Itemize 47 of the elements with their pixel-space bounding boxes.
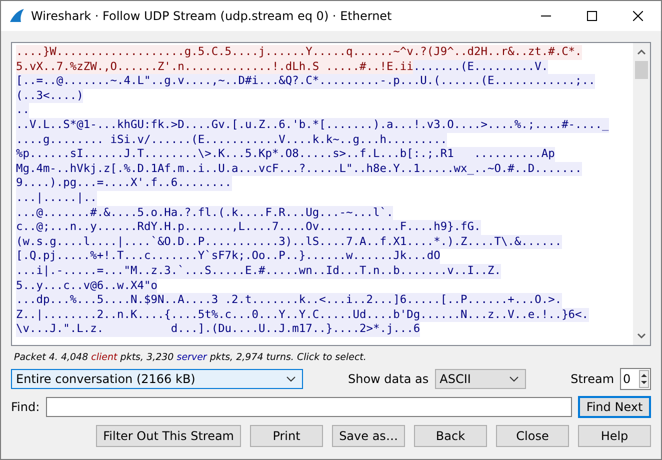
stream-text: %p......sI......J.T........\>.K...5.Kp*.O8.....s>..f.L...b[:.;.R1 ..........Ap — [16, 147, 555, 162]
dialog-button[interactable]: Close — [496, 425, 569, 447]
maximize-icon — [587, 11, 597, 21]
stream-text: ..V.L..S*@1-...khGU:fk.>D....Gv.[.u.Z..6.'b.*[.......).a...!.v3.O....>....%.;....#-...._ — [16, 118, 609, 133]
stream-text: ...i|.-.....=..."M..z.3.`...S.....E.#.....wn..Id...T.n..b.......v..I..Z. — [16, 264, 501, 278]
format-dropdown[interactable]: ASCII — [434, 369, 526, 389]
stream-text: ....}W...................g.5.C.5....j......Y.....q......~^v.?(J9^..d2H..r&..zt.#.C*. — [16, 45, 582, 60]
stream-text: 5..y...c..v@6..w.X4"o — [16, 278, 158, 294]
stream-text: .......(E.........V. — [413, 60, 548, 74]
conversation-dropdown[interactable]: Entire conversation (2166 kB) — [11, 369, 303, 389]
stream-text: [..=..@.......~.4.L"..g.v....,~..D#i...&Q?.C*.........-.p...U.(......(E............;.. — [16, 74, 596, 89]
scroll-thumb[interactable] — [635, 61, 648, 79]
spin-arrows-icon[interactable] — [639, 370, 650, 388]
stream-text: c..@;...n..y......RdY.H.p.......,L....7....Ov............F....h9}.fG. — [16, 220, 481, 235]
scrollbar[interactable] — [633, 43, 650, 345]
chevron-icon — [508, 376, 519, 382]
stream-text: (..3<....) — [16, 88, 84, 104]
stream-text: [.Q.pj.....%+!.T...c.......Y`sF7k;.Oo..P..}......w......Jk...dO — [16, 249, 440, 264]
stream-text: ....g........ iSi.v/......(E...........V....k.k~..g...h......... — [16, 132, 448, 148]
stream-text: .. — [16, 103, 30, 118]
dialog-button[interactable]: Print — [250, 425, 323, 447]
dialog-button[interactable]: Save as… — [332, 425, 405, 447]
chevron-icon — [286, 376, 296, 382]
stream-text: ...@.......#.&....5.o.Ha.?.fl.(.k....F.R...Ug...-~...l`. — [16, 206, 394, 220]
stream-text: ...dp...%...5....N.$9N..A....3 .2.t.......k..<...i..2...]6.....[..P......+...O.>. — [16, 293, 562, 308]
stream-text: ...|.....|.. — [16, 190, 97, 206]
find-field[interactable] — [46, 397, 572, 417]
fin-icon — [9, 8, 25, 24]
find-next-button[interactable]: Find Next — [578, 396, 651, 418]
stream-label: Stream — [570, 372, 614, 386]
stream-text: \v...J.".L.z. d...].(Du....U..J.m17..}....2>*.j...6 — [16, 322, 420, 337]
stream-summary: Packet 4. 4,048 client pkts, 3,230 server pkts, 2,974 turns. Click to select. — [14, 352, 368, 363]
close-icon — [633, 11, 643, 21]
window-title: Wireshark · Follow UDP Stream (udp.stream eq 0) · Ethernet — [31, 9, 393, 23]
scroll-down-icon[interactable] — [637, 333, 646, 339]
stream-text: (w.s.g....l....|....`&O.D..P...........3)..lS....7.A..f.X1....*.).Z....T\.&...... — [16, 234, 562, 250]
stream-spinbox[interactable]: 0 — [620, 368, 652, 390]
find-label: Find: — [11, 400, 40, 414]
dialog-button[interactable]: Filter Out This Stream — [96, 425, 241, 447]
dialog-button[interactable]: Back — [414, 425, 487, 447]
dialog-button[interactable]: Help — [578, 425, 651, 447]
stream-text: 5.vX..7.%zZW.,O......Z'.n.............!.dLh.S .....#..!E.ii — [16, 60, 414, 74]
stream-text: Mg.4m-..hVkj.z[.%.D.1Af.m..i..U.a...vcF...?.....L"..h8e.Y..1.....wx_..~O.#..D....... — [16, 162, 582, 176]
show-data-label: Show data as — [348, 372, 429, 386]
scroll-up-icon[interactable] — [637, 49, 646, 55]
stream-text: 9....).pg...=....X'.f..6........ — [16, 176, 232, 191]
stream-text: Z..|........2..n.K....{....5t%.c...0...Y..Y.C.....Ud....b'Dg......N...z..V..e.!..}6<. — [16, 308, 589, 322]
